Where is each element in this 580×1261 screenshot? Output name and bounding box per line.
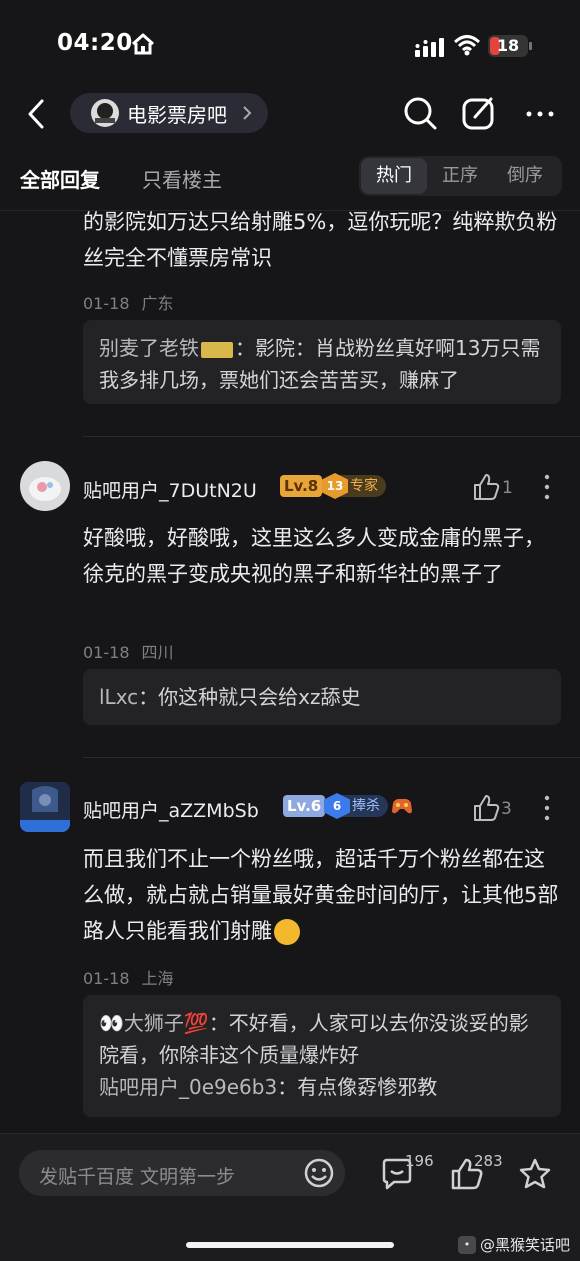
avatar[interactable]	[20, 782, 70, 832]
watermark: • @黑猴笑话吧	[458, 1234, 570, 1255]
post-2-replies[interactable]: lLxc：你这种就只会给xz舔史	[83, 669, 561, 725]
post-1-location: 广东	[141, 294, 174, 313]
post-divider	[83, 436, 580, 437]
avatar[interactable]	[20, 461, 70, 511]
reply-user[interactable]: lLxc	[99, 685, 138, 709]
laughing-emoji-icon	[274, 919, 300, 945]
home-indicator	[186, 1242, 394, 1248]
watermark-text: @黑猴笑话吧	[480, 1236, 571, 1254]
post-2-date: 01-18	[83, 643, 130, 662]
sort-switcher: 热门 正序 倒序	[359, 156, 562, 196]
reply-text: ：你这种就只会给xz舔史	[138, 685, 361, 709]
game-controller-icon	[392, 798, 412, 814]
post-3-text: 而且我们不止一个粉丝哦，超话千万个粉丝都在这么做，就占就占销量最好黄金时间的厅，…	[83, 841, 561, 949]
tab-op-only[interactable]: 只看楼主	[142, 164, 222, 193]
post-1-meta: 01-18 广东	[83, 290, 174, 314]
forum-name: 电影票房吧	[127, 102, 227, 127]
more-icon[interactable]	[525, 110, 555, 118]
star-icon[interactable]	[518, 1157, 552, 1191]
reply-user[interactable]: 👀大狮子💯	[99, 1011, 209, 1035]
comment-count: 196	[405, 1152, 434, 1170]
card-icon	[201, 341, 233, 358]
post-2-username[interactable]: 贴吧用户_7DUtN2U	[83, 476, 257, 503]
post-1-text: 的影院如万达只给射雕5%，逗你玩呢？纯粹欺负粉丝完全不懂票房常识	[83, 210, 558, 270]
sort-hot[interactable]: 热门	[361, 158, 427, 194]
title-badge: 6 捧杀	[324, 793, 388, 819]
reply-line: 别麦了老铁 ：影院：肖战粉丝真好啊13万只需我多排几场，票她们还会苦苦买，赚麻了	[99, 332, 545, 396]
emoji-icon[interactable]	[303, 1157, 335, 1189]
battery-level: 18	[496, 36, 520, 55]
post-1-replies[interactable]: 别麦了老铁 ：影院：肖战粉丝真好啊13万只需我多排几场，票她们还会苦苦买，赚麻了	[83, 320, 561, 404]
more-vertical-icon[interactable]	[543, 795, 551, 821]
top-nav: 电影票房吧	[0, 88, 580, 140]
post-3-meta: 01-18 上海	[83, 965, 174, 989]
post-divider	[83, 757, 580, 758]
sort-desc[interactable]: 倒序	[495, 156, 555, 196]
reply-input-placeholder: 发贴千百度 文明第一步	[39, 1166, 236, 1188]
search-icon[interactable]	[402, 95, 438, 131]
badge-number: 6	[324, 793, 350, 819]
edit-icon[interactable]	[461, 95, 497, 131]
post-2-likes: 1	[502, 478, 513, 498]
wifi-icon	[454, 35, 480, 56]
title-badge: 13 专家	[322, 473, 386, 499]
status-bar: 04:20 18	[0, 0, 580, 88]
badge-number: 13	[322, 473, 348, 499]
post-3-replies[interactable]: 👀大狮子💯：不好看，人家可以去你没谈妥的影院看，你除非这个质量爆炸好 贴吧用户_…	[83, 995, 561, 1117]
home-icon	[131, 33, 155, 55]
post-2-text: 好酸哦，好酸哦，这里这么多人变成金庸的黑子，徐克的黑子变成央视的黑子和新华社的黑…	[83, 526, 545, 586]
signal-icon	[415, 38, 444, 57]
reply-line: lLxc：你这种就只会给xz舔史	[99, 681, 545, 713]
post-3-likes: 3	[501, 799, 512, 819]
badge-label: 专家	[350, 478, 378, 494]
like-count: 283	[474, 1152, 503, 1170]
post-3-location: 上海	[141, 969, 174, 988]
reply-line: 贴吧用户_0e9e6b3：有点像孬惨邪教	[99, 1071, 545, 1103]
status-time: 04:20	[57, 30, 133, 56]
sort-asc[interactable]: 正序	[430, 156, 490, 196]
post-1-date: 01-18	[83, 294, 130, 313]
more-vertical-icon[interactable]	[543, 474, 551, 500]
forum-link[interactable]: 电影票房吧	[70, 93, 268, 133]
post-2-meta: 01-18 四川	[83, 639, 174, 663]
reply-input[interactable]: 发贴千百度 文明第一步	[19, 1150, 345, 1196]
reply-line: 👀大狮子💯：不好看，人家可以去你没谈妥的影院看，你除非这个质量爆炸好	[99, 1007, 545, 1071]
post-3-date: 01-18	[83, 969, 130, 988]
post-3-text-body: 而且我们不止一个粉丝哦，超话千万个粉丝都在这么做，就占就占销量最好黄金时间的厅，…	[83, 847, 559, 943]
tieba-logo-icon: •	[458, 1235, 476, 1254]
reply-tabs: 全部回复 只看楼主 热门 正序 倒序	[0, 156, 580, 200]
reply-text: ：有点像孬惨邪教	[277, 1075, 438, 1099]
post-2-location: 四川	[141, 643, 174, 662]
badge-label: 捧杀	[352, 798, 380, 814]
reply-user[interactable]: 别麦了老铁	[99, 336, 199, 360]
tab-all-replies[interactable]: 全部回复	[20, 164, 100, 193]
chevron-right-icon	[243, 106, 252, 120]
back-icon[interactable]	[24, 98, 50, 130]
post-3-username[interactable]: 贴吧用户_aZZMbSb	[83, 796, 259, 823]
battery-indicator: 18	[488, 35, 532, 57]
forum-avatar	[91, 99, 119, 127]
level-badge: Lv.6	[283, 795, 326, 817]
reply-user[interactable]: 贴吧用户_0e9e6b3	[99, 1075, 277, 1099]
level-badge: Lv.8	[280, 475, 323, 497]
